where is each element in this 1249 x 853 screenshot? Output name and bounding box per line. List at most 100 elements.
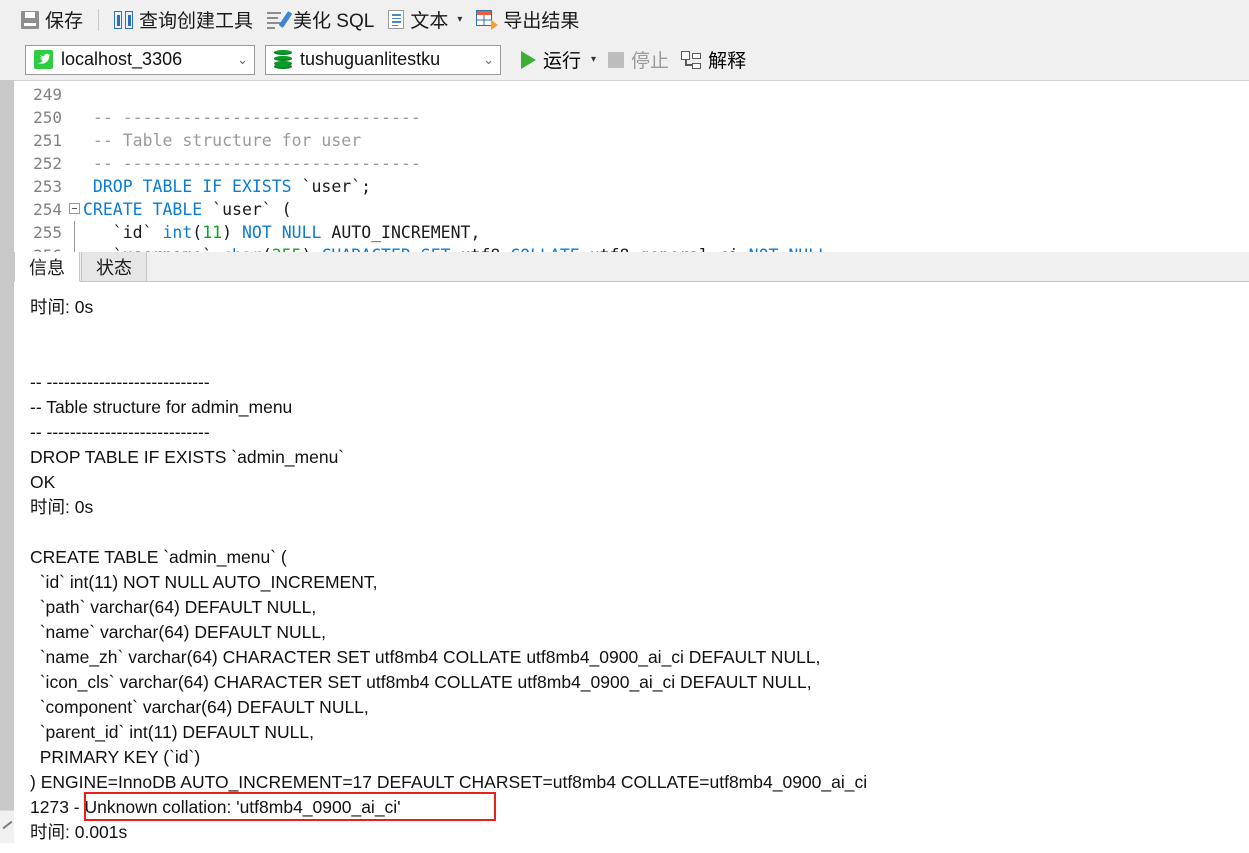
stop-button: 停止 — [602, 44, 675, 75]
sql-editor-lines[interactable]: 249 250 -- ------------------------------… — [14, 81, 1249, 252]
run-button-label: 运行 — [543, 51, 582, 72]
database-select[interactable]: tushuguanlitestku ⌄ — [265, 44, 501, 75]
text-format-label: 文本 — [410, 11, 449, 32]
editor-line: 253 DROP TABLE IF EXISTS `user`; — [14, 175, 1249, 198]
error-message-text: 1273 - Unknown collation: 'utf8mb4_0900_… — [30, 797, 401, 817]
main-toolbar: 保存 查询创建工具 美化 SQL 文本 ▾ 导出结果 — [0, 0, 1249, 39]
fold-guide — [68, 244, 83, 252]
line-number: 256 — [14, 244, 68, 252]
execution-controls: 运行 ▾ 停止 解释 — [515, 44, 752, 75]
window-bottom-edge — [0, 843, 1249, 853]
result-tabs: 信息 状态 — [14, 251, 1249, 282]
line-code: DROP TABLE IF EXISTS `user`; — [83, 177, 372, 196]
editor-line: 249 — [14, 83, 1249, 106]
message-line: `path` varchar(64) DEFAULT NULL, — [30, 597, 317, 617]
beautify-sql-button[interactable]: 美化 SQL — [260, 4, 381, 35]
explain-button[interactable]: 解释 — [675, 44, 752, 75]
connection-select[interactable]: localhost_3306 ⌄ — [25, 44, 255, 75]
resize-grip[interactable] — [0, 810, 14, 844]
line-code: -- ------------------------------ — [83, 154, 421, 173]
explain-icon — [681, 50, 702, 69]
message-line: -- ---------------------------- — [30, 422, 210, 442]
explain-button-label: 解释 — [708, 51, 747, 72]
export-results-icon — [476, 10, 499, 30]
tab-status[interactable]: 状态 — [81, 251, 147, 281]
editor-line: 252 -- ------------------------------ — [14, 152, 1249, 175]
sql-editor[interactable]: 249 250 -- ------------------------------… — [14, 80, 1249, 252]
chevron-down-icon[interactable]: ▾ — [591, 54, 596, 65]
message-output: 时间: 0s -- ---------------------------- -- … — [14, 282, 1249, 845]
message-line: 时间: 0s — [30, 297, 94, 317]
line-number: 253 — [33, 177, 62, 196]
vertical-scrollbar[interactable] — [0, 80, 14, 810]
fold-guide — [68, 221, 83, 244]
editor-line: 250 -- ------------------------------ — [14, 106, 1249, 129]
export-results-label: 导出结果 — [503, 11, 580, 32]
chevron-down-icon[interactable]: ⌄ — [221, 52, 248, 68]
connection-toolbar: localhost_3306 ⌄ tushuguanlitestku ⌄ 运行 … — [0, 39, 1249, 80]
stop-icon — [608, 51, 625, 68]
save-button[interactable]: 保存 — [14, 4, 90, 35]
tab-info-label: 信息 — [29, 257, 65, 278]
message-line: -- ---------------------------- — [30, 372, 210, 392]
line-number: 251 — [33, 131, 62, 150]
message-line: -- Table structure for admin_menu — [30, 397, 293, 417]
message-line — [30, 520, 1249, 545]
fold-guide — [68, 106, 83, 129]
message-line: ) ENGINE=InnoDB AUTO_INCREMENT=17 DEFAUL… — [30, 772, 868, 792]
fold-guide — [68, 175, 83, 198]
message-line: `component` varchar(64) DEFAULT NULL, — [30, 697, 369, 717]
editor-line: 256 `username` char(255) CHARACTER SET u… — [14, 244, 1249, 252]
query-builder-icon — [114, 10, 134, 29]
mysql-dolphin-icon — [34, 50, 53, 69]
error-message-line: 1273 - Unknown collation: 'utf8mb4_0900_… — [30, 792, 1249, 821]
line-number: 252 — [33, 154, 62, 173]
database-icon — [274, 50, 292, 69]
message-line: 时间: 0.001s — [30, 822, 128, 842]
message-line: PRIMARY KEY (`id`) — [30, 747, 201, 767]
export-results-button[interactable]: 导出结果 — [469, 4, 586, 35]
beautify-sql-label: 美化 SQL — [293, 11, 375, 32]
line-code: `id` int(11) NOT NULL AUTO_INCREMENT, — [83, 223, 481, 242]
line-code: CREATE TABLE `user` ( — [83, 200, 292, 219]
beautify-sql-icon — [267, 10, 293, 29]
message-panel[interactable]: 时间: 0s -- ---------------------------- -- … — [14, 282, 1249, 852]
chevron-down-icon[interactable]: ▾ — [457, 14, 462, 25]
line-code: -- ------------------------------ — [83, 108, 421, 127]
query-builder-label: 查询创建工具 — [139, 11, 254, 32]
text-format-button[interactable]: 文本 ▾ — [381, 4, 469, 35]
message-line: CREATE TABLE `admin_menu` ( — [30, 547, 287, 567]
editor-line: 255 `id` int(11) NOT NULL AUTO_INCREMENT… — [14, 221, 1249, 244]
message-line: 时间: 0s — [30, 497, 94, 517]
message-line — [30, 320, 1249, 345]
database-value: tushuguanlitestku — [300, 49, 441, 69]
query-builder-button[interactable]: 查询创建工具 — [107, 4, 260, 35]
message-line: `parent_id` int(11) DEFAULT NULL, — [30, 722, 314, 742]
message-line: `name_zh` varchar(64) CHARACTER SET utf8… — [30, 647, 821, 667]
text-document-icon — [388, 10, 405, 29]
toolbar-divider — [98, 8, 100, 31]
message-line: OK — [30, 472, 56, 492]
editor-line: 254 CREATE TABLE `user` ( — [14, 198, 1249, 221]
stop-button-label: 停止 — [631, 51, 670, 72]
editor-line: 251 -- Table structure for user — [14, 129, 1249, 152]
message-line — [30, 345, 1249, 370]
line-code: -- Table structure for user — [83, 131, 362, 150]
message-line: `icon_cls` varchar(64) CHARACTER SET utf… — [30, 672, 812, 692]
fold-guide — [68, 152, 83, 175]
save-button-label: 保存 — [45, 11, 84, 32]
connection-value: localhost_3306 — [61, 49, 183, 69]
fold-guide — [68, 83, 83, 106]
tab-info[interactable]: 信息 — [14, 251, 80, 282]
message-line: `id` int(11) NOT NULL AUTO_INCREMENT, — [30, 572, 378, 592]
fold-toggle-icon[interactable] — [68, 198, 83, 221]
line-number: 255 — [33, 223, 62, 242]
line-number: 250 — [33, 108, 62, 127]
line-number: 249 — [33, 85, 62, 104]
message-line: DROP TABLE IF EXISTS `admin_menu` — [30, 447, 345, 467]
chevron-down-icon[interactable]: ⌄ — [467, 52, 494, 68]
line-number: 254 — [33, 200, 62, 219]
run-button[interactable]: 运行 ▾ — [515, 44, 602, 75]
tab-status-label: 状态 — [96, 257, 132, 278]
line-code: `username` char(255) CHARACTER SET utf8 … — [83, 244, 1249, 252]
